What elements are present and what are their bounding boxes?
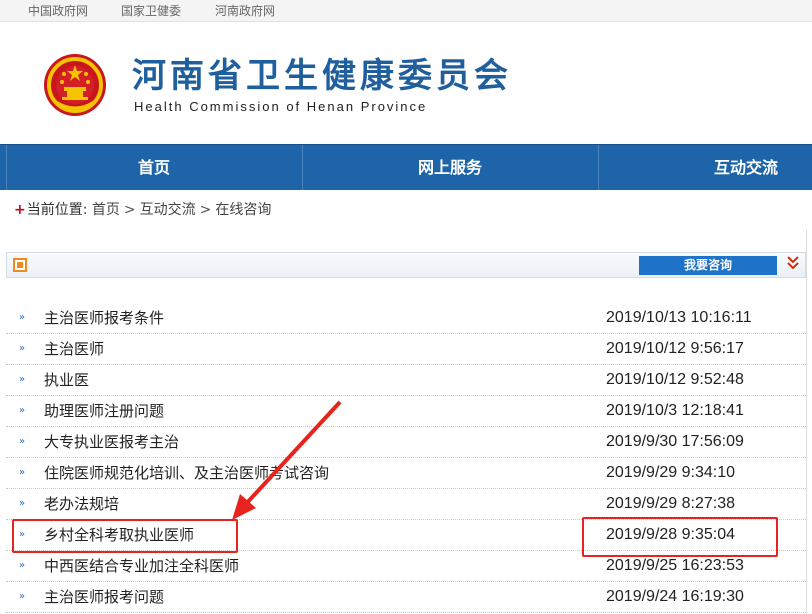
site-header: 河南省卫生健康委员会 Health Commission of Henan Pr… <box>0 22 812 144</box>
question-title[interactable]: 主治医师报考条件 <box>44 307 164 329</box>
site-title: 河南省卫生健康委员会 <box>132 56 512 96</box>
panel-square-icon <box>13 258 27 272</box>
double-arrow-bullet-icon: » <box>19 405 26 416</box>
double-arrow-bullet-icon: » <box>19 343 26 354</box>
question-title[interactable]: 老办法规培 <box>44 493 119 515</box>
breadcrumb: +当前位置: 首页 > 互动交流 > 在线咨询 <box>14 200 271 220</box>
nav-item-online-service[interactable]: 网上服务 <box>302 145 598 190</box>
double-arrow-bullet-icon: » <box>19 312 26 323</box>
question-time: 2019/9/29 8:27:38 <box>606 495 736 512</box>
question-time: 2019/9/28 9:35:04 <box>606 526 736 543</box>
list-item[interactable]: » 主治医师报考条件 2019/10/13 10:16:11 <box>6 303 806 334</box>
plus-icon: + <box>14 202 26 218</box>
question-time: 2019/9/30 17:56:09 <box>606 433 744 450</box>
list-item[interactable]: » 执业医 2019/10/12 9:52:48 <box>6 365 806 396</box>
breadcrumb-interaction[interactable]: 互动交流 <box>140 202 196 218</box>
list-item[interactable]: » 主治医师 2019/10/12 9:56:17 <box>6 334 806 365</box>
list-item[interactable]: » 住院医师规范化培训、及主治医师考试咨询 2019/9/29 9:34:10 <box>6 458 806 489</box>
nav-item-home[interactable]: 首页 <box>6 145 302 190</box>
double-arrow-bullet-icon: » <box>19 529 26 540</box>
double-arrow-bullet-icon: » <box>19 560 26 571</box>
question-time: 2019/10/13 10:16:11 <box>606 309 752 326</box>
site-subtitle: Health Commission of Henan Province <box>134 99 428 114</box>
double-arrow-bullet-icon: » <box>19 436 26 447</box>
topbar-link-henan[interactable]: 河南政府网 <box>215 2 275 19</box>
topbar-link-gov[interactable]: 中国政府网 <box>28 2 88 19</box>
question-title[interactable]: 执业医 <box>44 369 89 391</box>
question-title[interactable]: 住院医师规范化培训、及主治医师考试咨询 <box>44 462 329 484</box>
breadcrumb-prefix: 当前位置: <box>26 202 88 218</box>
question-title[interactable]: 中西医结合专业加注全科医师 <box>44 555 239 577</box>
question-time: 2019/10/12 9:56:17 <box>606 340 744 357</box>
topbar-link-nhc[interactable]: 国家卫健委 <box>121 2 181 19</box>
consult-panel-header: 我要咨询 <box>6 252 806 278</box>
breadcrumb-online-consult[interactable]: 在线咨询 <box>215 202 271 218</box>
question-title[interactable]: 大专执业医报考主治 <box>44 431 179 453</box>
list-item[interactable]: » 助理医师注册问题 2019/10/3 12:18:41 <box>6 396 806 427</box>
question-title[interactable]: 助理医师注册问题 <box>44 400 164 422</box>
national-emblem-icon[interactable] <box>42 52 108 118</box>
question-time: 2019/9/24 16:19:30 <box>606 588 744 605</box>
question-title[interactable]: 乡村全科考取执业医师 <box>44 524 194 546</box>
question-time: 2019/10/3 12:18:41 <box>606 402 744 419</box>
content-border <box>806 230 807 614</box>
list-item[interactable]: » 中西医结合专业加注全科医师 2019/9/25 16:23:53 <box>6 551 806 582</box>
list-item[interactable]: » 乡村全科考取执业医师 2019/9/28 9:35:04 <box>6 520 806 551</box>
list-item[interactable]: » 大专执业医报考主治 2019/9/30 17:56:09 <box>6 427 806 458</box>
double-arrow-bullet-icon: » <box>19 498 26 509</box>
breadcrumb-home[interactable]: 首页 <box>92 202 120 218</box>
question-title[interactable]: 主治医师报考问题 <box>44 586 164 608</box>
question-time: 2019/10/12 9:52:48 <box>606 371 744 388</box>
nav-item-interaction[interactable]: 互动交流 <box>598 145 812 190</box>
breadcrumb-separator: > <box>199 202 212 218</box>
breadcrumb-separator: > <box>123 202 136 218</box>
question-title[interactable]: 主治医师 <box>44 338 104 360</box>
main-nav: 首页 网上服务 互动交流 <box>0 144 812 190</box>
list-item[interactable]: » 主治医师报考问题 2019/9/24 16:19:30 <box>6 582 806 613</box>
double-arrow-bullet-icon: » <box>19 591 26 602</box>
double-chevron-down-icon[interactable] <box>785 255 801 275</box>
question-time: 2019/9/29 9:34:10 <box>606 464 736 481</box>
question-list: » 主治医师报考条件 2019/10/13 10:16:11 » 主治医师 2019/1… <box>6 303 806 613</box>
consult-button[interactable]: 我要咨询 <box>639 256 777 275</box>
list-item[interactable]: » 老办法规培 2019/9/29 8:27:38 <box>6 489 806 520</box>
double-arrow-bullet-icon: » <box>19 374 26 385</box>
question-time: 2019/9/25 16:23:53 <box>606 557 744 574</box>
top-utility-bar: 中国政府网 国家卫健委 河南政府网 <box>0 0 812 22</box>
double-arrow-bullet-icon: » <box>19 467 26 478</box>
